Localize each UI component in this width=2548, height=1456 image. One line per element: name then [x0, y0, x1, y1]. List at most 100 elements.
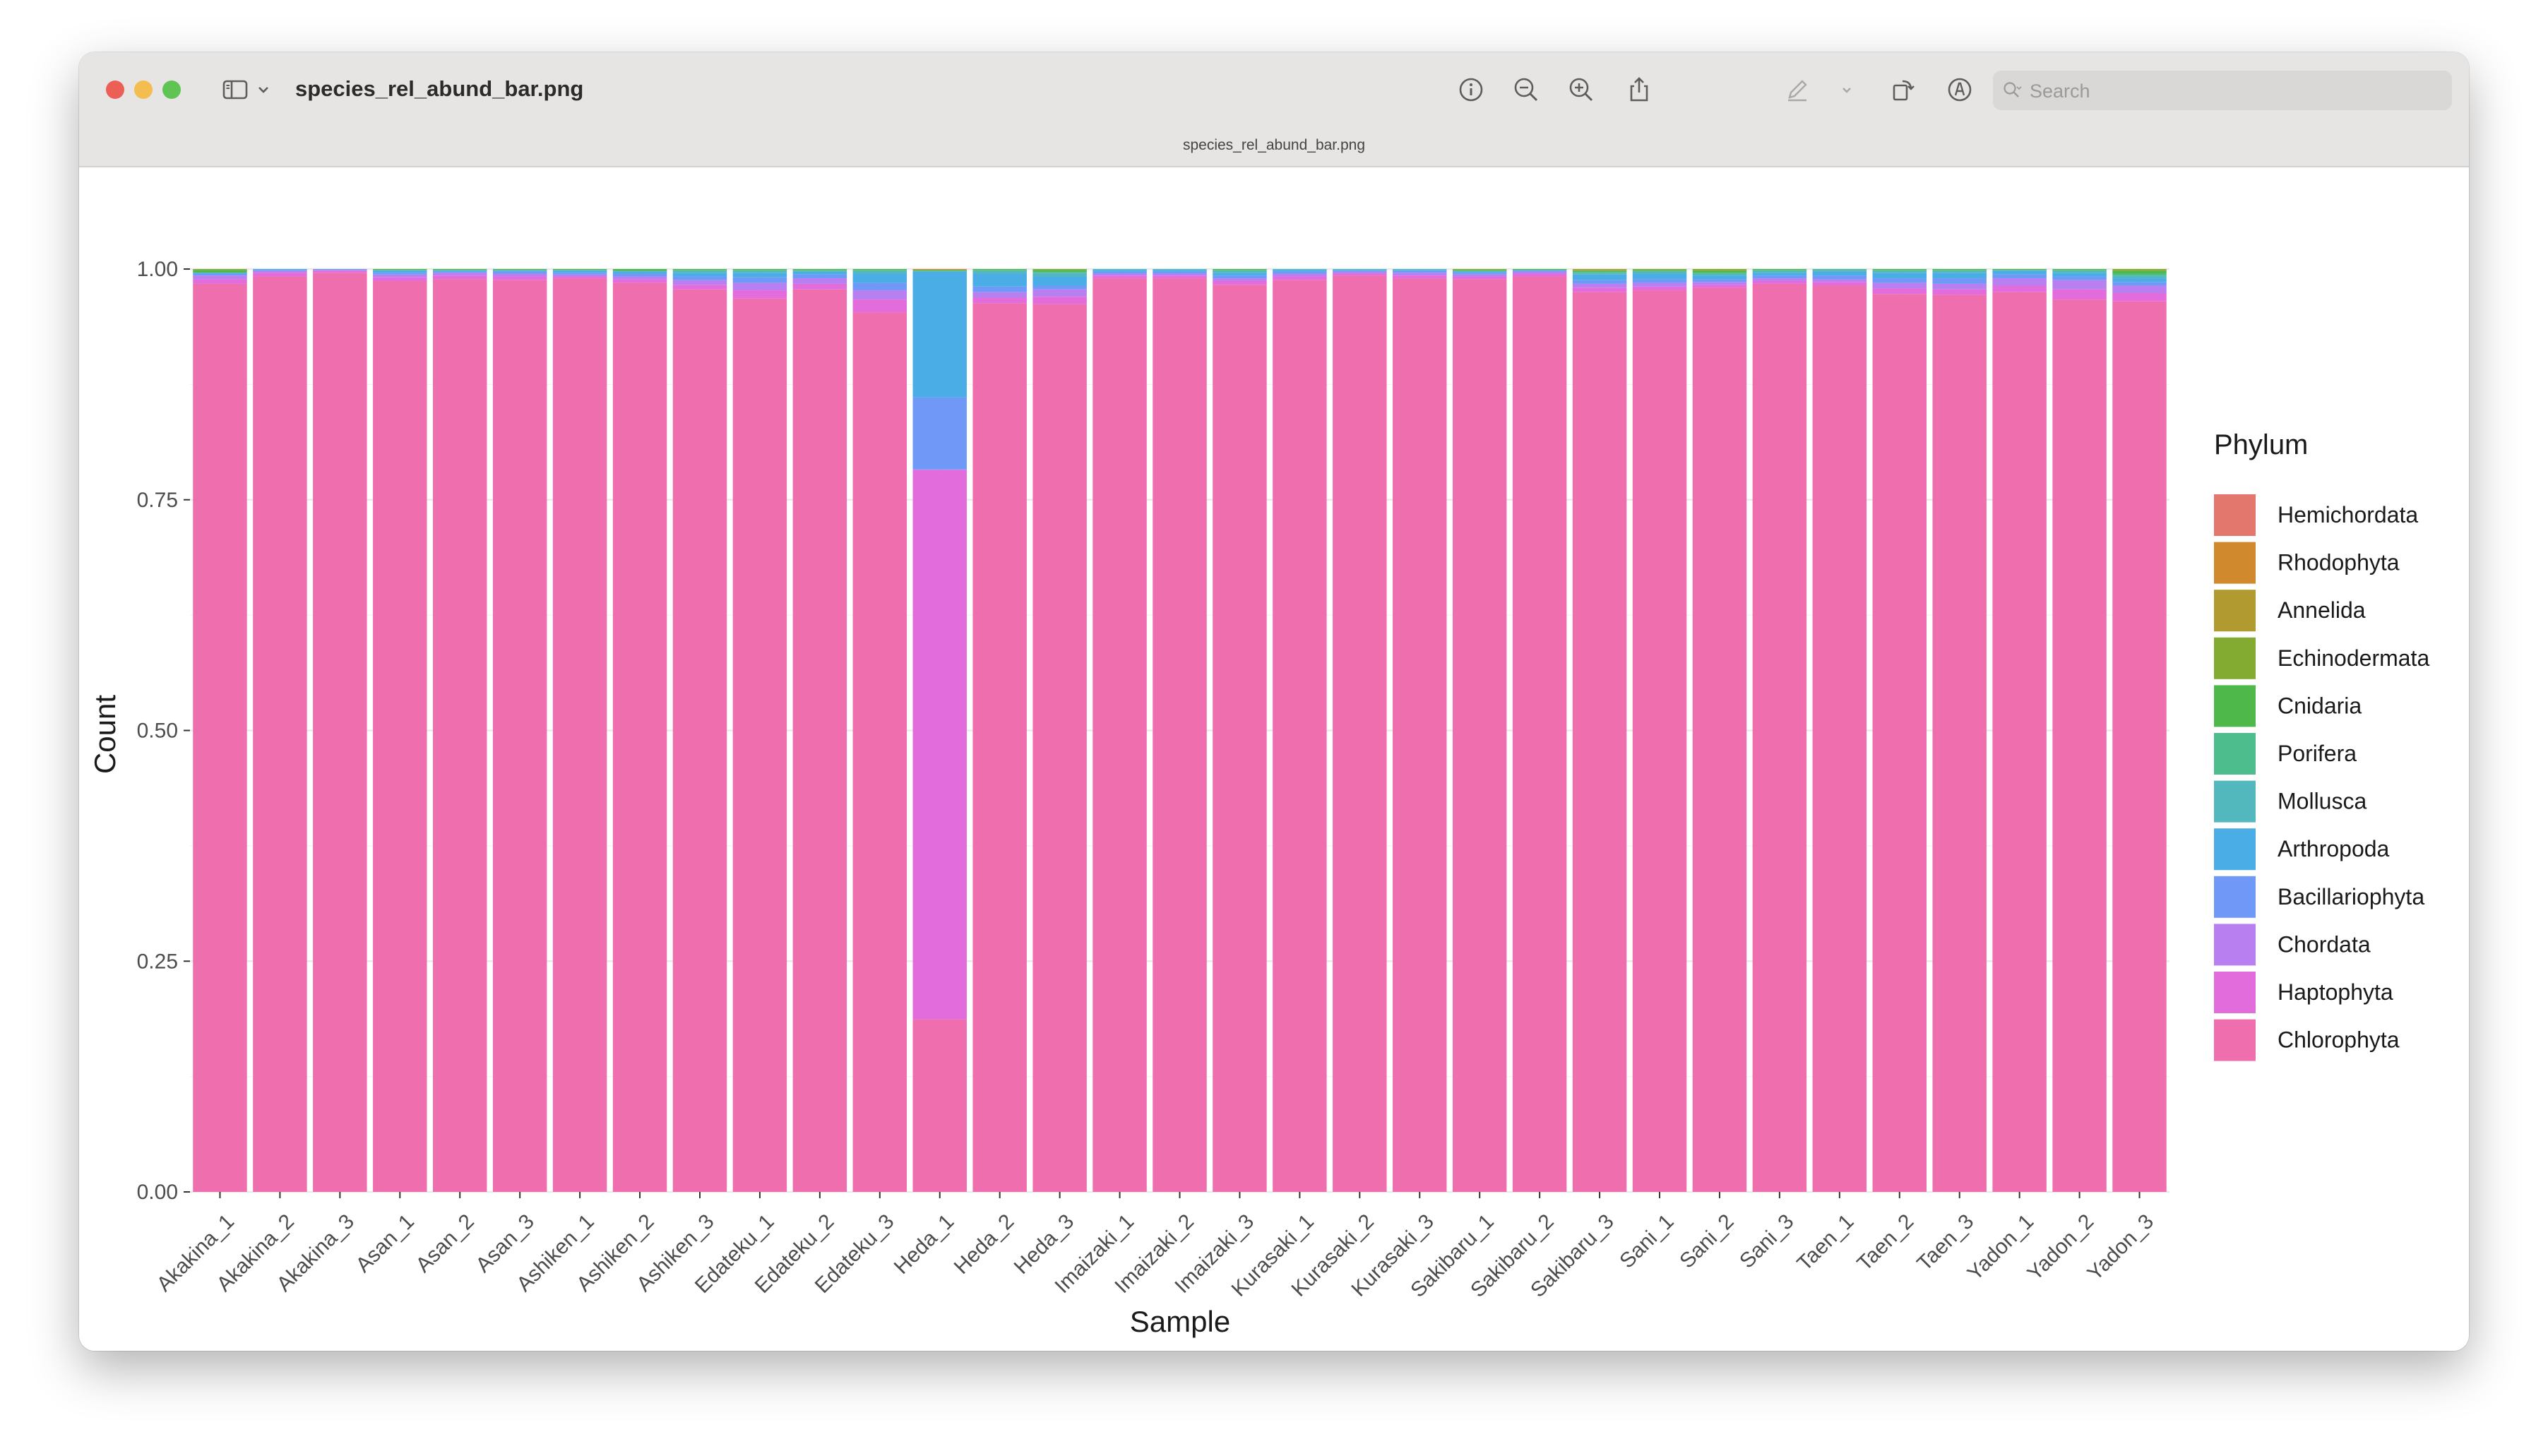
- bar-segment-cnidaria: [1872, 269, 1927, 270]
- legend-label: Echinodermata: [2278, 645, 2429, 671]
- bar-segment-mollusca: [1093, 269, 1147, 270]
- legend-label: Rhodophyta: [2278, 550, 2400, 575]
- x-tick-label: Sani_1: [1615, 1210, 1678, 1272]
- bar-segment-chordata: [1932, 283, 1987, 290]
- bar-segment-mollusca: [852, 270, 907, 274]
- bar-segment-bacillariophyta: [1333, 270, 1387, 272]
- bar-segment-chordata: [1273, 273, 1327, 277]
- x-tick-label: Yadon_3: [2083, 1210, 2158, 1285]
- bar-segment-mollusca: [2112, 275, 2167, 279]
- bar-segment-cnidaria: [792, 269, 847, 270]
- bar-segment-chordata: [2052, 280, 2107, 290]
- zoom-out-icon[interactable]: [1510, 73, 1542, 106]
- bar-segment-mollusca: [1632, 271, 1687, 274]
- markup-pen-icon[interactable]: [1781, 73, 1814, 106]
- bar-segment-haptophyta: [792, 283, 847, 290]
- bar-segment-chordata: [1752, 278, 1807, 281]
- x-tick-label: Asan_1: [352, 1210, 419, 1277]
- bar-segment-arthropoda: [792, 271, 847, 275]
- x-tick-label: Taen_2: [1852, 1210, 1918, 1275]
- x-tick-label: Yadon_2: [2023, 1210, 2099, 1285]
- bar-segment-arthropoda: [373, 270, 427, 273]
- bar-segment-cnidaria: [1932, 269, 1987, 270]
- bar-segment-chordata: [792, 278, 847, 284]
- bar-segment-chlorophyta: [912, 1019, 967, 1192]
- bar-segment-haptophyta: [1213, 280, 1267, 285]
- bar-segment-chlorophyta: [1153, 278, 1207, 1192]
- minimize-window-button[interactable]: [134, 80, 153, 99]
- bar-segment-arthropoda: [1093, 270, 1147, 272]
- search-input[interactable]: [2028, 76, 2441, 106]
- bar-segment-chlorophyta: [1393, 278, 1447, 1192]
- bar-segment-mollusca: [1273, 269, 1327, 270]
- bar-segment-chordata: [672, 280, 727, 285]
- bar-segment-cnidaria: [552, 269, 607, 270]
- rotate-icon[interactable]: [1887, 73, 1919, 106]
- sidebar-toggle-icon[interactable]: [219, 73, 251, 106]
- bar-segment-haptophyta: [433, 275, 487, 280]
- bar-segment-chlorophyta: [852, 312, 907, 1193]
- zoom-in-icon[interactable]: [1565, 73, 1597, 106]
- legend-label: Mollusca: [2278, 789, 2367, 814]
- bar-segment-bacillariophyta: [433, 271, 487, 273]
- share-icon[interactable]: [1623, 73, 1655, 106]
- bar-segment-arthropoda: [1452, 271, 1507, 273]
- bar-segment-haptophyta: [612, 279, 667, 283]
- legend-label: Chordata: [2278, 931, 2371, 957]
- bar-segment-bacillariophyta: [1752, 275, 1807, 279]
- y-axis: 0.00 0.25 0.50 0.75 1.00: [137, 258, 190, 1204]
- bar-segment-arthropoda: [1153, 270, 1207, 272]
- bar-segment-cnidaria: [1213, 269, 1267, 270]
- bar-segment-chlorophyta: [672, 289, 727, 1192]
- bar-segment-porifera: [1812, 269, 1867, 270]
- window-title: species_rel_abund_bar.png: [295, 76, 584, 101]
- legend-key-rhodophyta: [2214, 542, 2256, 584]
- bar-segment-chlorophyta: [433, 279, 487, 1193]
- bar-segment-cnidaria: [1572, 270, 1627, 272]
- bar-segment-chlorophyta: [1752, 283, 1807, 1192]
- bar-segment-chlorophyta: [2112, 301, 2167, 1192]
- bar-segment-cnidaria: [193, 270, 247, 273]
- bar-segment-haptophyta: [492, 276, 547, 280]
- legend-key-annelida: [2214, 590, 2256, 632]
- bar-segment-haptophyta: [1393, 275, 1447, 279]
- close-window-button[interactable]: [106, 80, 124, 99]
- bar-segment-bacillariophyta: [792, 274, 847, 279]
- bar-segment-cnidaria: [2112, 270, 2167, 274]
- bar-segment-chordata: [972, 292, 1027, 298]
- bar-segment-haptophyta: [193, 279, 247, 284]
- search-field[interactable]: [1993, 71, 2452, 110]
- bar-segment-arthropoda: [253, 269, 307, 270]
- bar-segment-bacillariophyta: [1393, 270, 1447, 273]
- bar-segment-bacillariophyta: [1992, 274, 2047, 279]
- bar-segment-annelida: [1572, 269, 1627, 270]
- bar-segment-chlorophyta: [612, 282, 667, 1192]
- legend-label: Bacillariophyta: [2278, 884, 2424, 909]
- bar-segment-echinodermata: [1452, 269, 1507, 270]
- bar-segment-chlorophyta: [1032, 304, 1087, 1192]
- bar-segment-bacillariophyta: [313, 269, 367, 270]
- chevron-down-icon[interactable]: [254, 73, 273, 106]
- bar-segment-haptophyta: [1572, 287, 1627, 292]
- bar-segment-porifera: [1572, 271, 1627, 273]
- bar-segment-chlorophyta: [492, 280, 547, 1192]
- bar-segment-haptophyta: [373, 277, 427, 281]
- bar-segment-cnidaria: [1752, 269, 1807, 270]
- bar-segment-bacillariophyta: [972, 286, 1027, 292]
- bar-segment-chordata: [1692, 282, 1747, 285]
- bar-segment-haptophyta: [1153, 275, 1207, 279]
- bar-segment-chlorophyta: [1213, 285, 1267, 1192]
- bar-segment-chordata: [1213, 278, 1267, 281]
- markup-circle-icon[interactable]: [1943, 73, 1976, 106]
- bar-segment-arthropoda: [552, 270, 607, 273]
- info-icon[interactable]: [1455, 73, 1487, 106]
- bar-segment-mollusca: [1393, 269, 1447, 270]
- chevron-down-icon[interactable]: [1838, 73, 1856, 106]
- bar-segment-arthropoda: [1213, 273, 1267, 276]
- bar-segment-mollusca: [672, 270, 727, 273]
- bar-segment-arthropoda: [1752, 273, 1807, 276]
- legend-key-haptophyta: [2214, 972, 2256, 1013]
- zoom-window-button[interactable]: [162, 80, 181, 99]
- bar-segment-bacillariophyta: [373, 273, 427, 275]
- bar-segment-bacillariophyta: [1812, 275, 1867, 280]
